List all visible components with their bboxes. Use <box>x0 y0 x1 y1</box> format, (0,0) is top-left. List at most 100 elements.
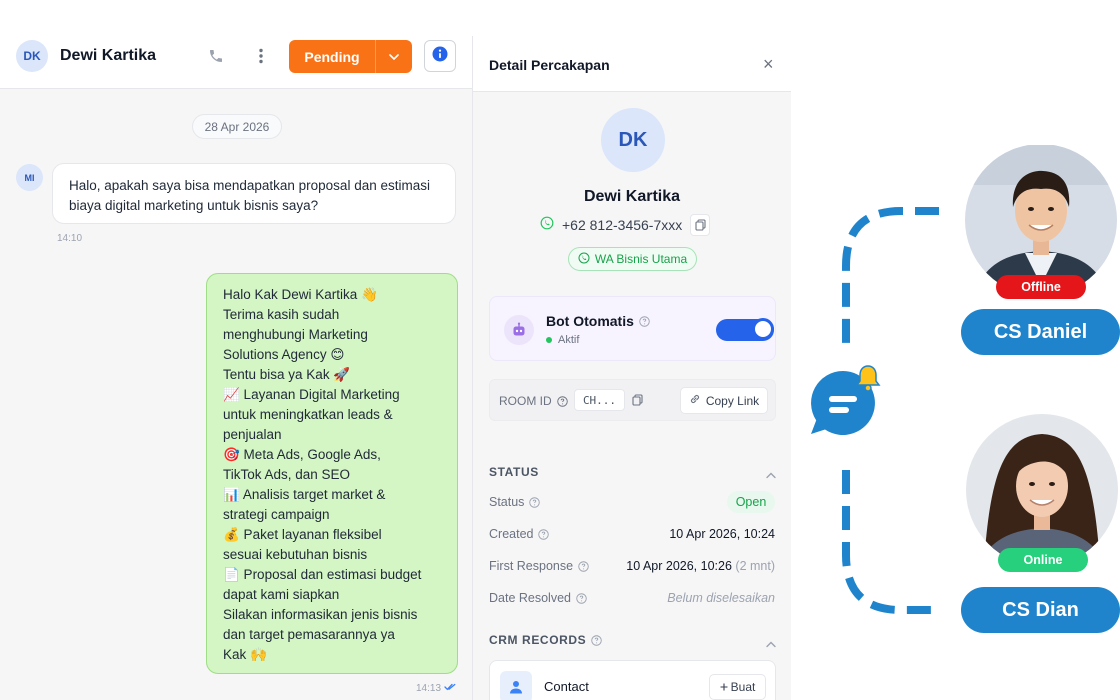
status-label: Status <box>489 495 525 509</box>
bot-title-row: Bot Otomatis <box>546 313 650 329</box>
first-response-duration: (2 mnt) <box>735 559 775 573</box>
help-icon[interactable] <box>529 496 541 508</box>
read-receipt-icon <box>444 683 456 694</box>
date-resolved-label-row: Date Resolved <box>489 591 587 605</box>
chevron-up-icon[interactable] <box>766 466 776 484</box>
help-icon[interactable] <box>591 634 603 646</box>
status-label-offline: Offline <box>1021 280 1061 294</box>
crm-section-title: CRM RECORDS <box>489 633 587 647</box>
message-line: 📊 Analisis target market & <box>223 487 386 502</box>
toggle-knob <box>752 318 774 340</box>
bot-card: Bot Otomatis Aktif <box>489 296 776 361</box>
robot-icon <box>504 315 534 345</box>
create-contact-button[interactable]: Buat <box>709 674 766 700</box>
channel-label: WA Bisnis Utama <box>594 252 688 266</box>
message-line: TikTok Ads, dan SEO <box>223 467 351 482</box>
info-icon <box>432 46 448 67</box>
room-id-label-row: ROOM ID <box>499 394 568 408</box>
chat-panel: DK Dewi Kartika Pending 28 Apr 2026 MI H… <box>0 0 472 700</box>
copy-icon[interactable] <box>632 393 643 411</box>
first-response-value-row: 10 Apr 2026, 10:26 (2 mnt) <box>626 559 775 573</box>
bell-icon <box>854 363 882 398</box>
bot-toggle[interactable] <box>716 318 774 341</box>
message-line: strategi campaign <box>223 507 330 522</box>
copy-link-button[interactable]: Copy Link <box>680 387 768 414</box>
active-dot <box>546 337 552 343</box>
message-line: Kak 🙌 <box>223 647 267 662</box>
outgoing-message: Halo Kak Dewi Kartika 👋 Terima kasih suda… <box>206 273 458 674</box>
whatsapp-icon <box>578 252 590 267</box>
cs-dian-label: CS Dian <box>961 587 1120 633</box>
message-line: menghubungi Marketing <box>223 327 368 342</box>
status-label-online: Online <box>1023 553 1063 567</box>
cs-daniel-name: CS Daniel <box>993 320 1088 343</box>
app-root: DK Dewi Kartika Pending 28 Apr 2026 MI H… <box>0 0 1120 700</box>
help-icon[interactable] <box>538 528 550 540</box>
status-label-row: Status <box>489 495 541 509</box>
detail-contact-name: Dewi Kartika <box>583 188 681 205</box>
help-icon[interactable] <box>639 315 650 327</box>
status-pill-offline: Offline <box>996 275 1086 299</box>
message-line: dapat kami siapkan <box>223 587 340 602</box>
contact-avatar-large: DK <box>601 108 665 172</box>
message-line: 🎯 Meta Ads, Google Ads, <box>223 447 381 462</box>
close-icon[interactable]: × <box>763 55 774 73</box>
bot-title: Bot Otomatis <box>546 313 634 329</box>
user-icon <box>500 671 532 700</box>
created-label-row: Created <box>489 527 550 541</box>
help-icon[interactable] <box>556 395 568 407</box>
phone-number: +62 812-3456-7xxx <box>562 217 683 233</box>
pending-button[interactable]: Pending <box>289 40 375 73</box>
room-id-label: ROOM ID <box>499 394 552 408</box>
bot-status-label: Aktif <box>558 334 580 346</box>
copy-link-label: Copy Link <box>705 393 760 408</box>
cs-dian-name: CS Dian <box>1002 598 1079 621</box>
help-icon[interactable] <box>578 560 589 572</box>
created-label: Created <box>489 527 534 541</box>
crm-section-title-row[interactable]: CRM RECORDS <box>489 633 603 647</box>
message-line: Solutions Agency 😊 <box>223 347 345 362</box>
status-dropdown: Pending <box>289 40 412 73</box>
date-resolved-value: Belum diselesaikan <box>667 591 775 605</box>
phone-icon[interactable] <box>204 44 228 68</box>
contact-avatar[interactable]: DK <box>16 40 48 72</box>
message-line: dan target pemasarannya ya <box>223 627 395 642</box>
date-separator: 28 Apr 2026 <box>192 114 282 139</box>
crm-contact-label: Contact <box>544 679 589 694</box>
detail-title: Detail Percakapan <box>489 57 610 73</box>
chevron-up-icon[interactable] <box>766 635 776 653</box>
message-line: Tentu bisa ya Kak 🚀 <box>223 367 351 382</box>
status-pill-online: Online <box>998 548 1088 572</box>
outgoing-time: 14:13 <box>416 683 442 694</box>
message-line: 💰 Paket layanan fleksibel <box>223 527 382 542</box>
help-icon[interactable] <box>576 592 587 604</box>
incoming-message: Halo, apakah saya bisa mendapatkan propo… <box>52 163 456 224</box>
first-response-value: 10 Apr 2026, 10:26 <box>626 559 732 573</box>
create-label: Buat <box>730 680 756 694</box>
bot-status: Aktif <box>546 334 579 346</box>
detail-header: Detail Percakapan × <box>473 36 791 92</box>
room-id-value[interactable]: CH... <box>574 389 625 411</box>
crm-contact-card: Contact Buat <box>489 660 776 700</box>
routing-illustration: Offline CS Daniel Online CS Dian <box>791 0 1120 700</box>
chat-header: DK Dewi Kartika Pending <box>0 0 472 89</box>
more-options-icon[interactable] <box>249 44 273 68</box>
whatsapp-icon <box>540 216 554 235</box>
conversation-detail-panel: Detail Percakapan × DK Dewi Kartika +62 … <box>472 36 791 700</box>
plus-icon <box>720 680 728 694</box>
cs-dian-avatar <box>964 414 1120 569</box>
message-line: untuk meningkatkan leads & <box>223 407 393 422</box>
chevron-down-icon[interactable] <box>375 40 412 73</box>
sender-avatar: MI <box>16 164 43 191</box>
phone-row: +62 812-3456-7xxx <box>540 213 711 237</box>
incoming-time: 14:10 <box>57 233 83 244</box>
copy-phone-button[interactable] <box>690 214 711 236</box>
status-section-title[interactable]: STATUS <box>489 465 539 479</box>
room-id-card: ROOM ID CH... Copy Link <box>489 379 776 421</box>
contact-name[interactable]: Dewi Kartika <box>60 47 156 65</box>
date-resolved-label: Date Resolved <box>489 591 571 605</box>
status-badge: Open <box>727 491 775 513</box>
info-button[interactable] <box>424 40 456 72</box>
channel-badge: WA Bisnis Utama <box>568 247 697 271</box>
message-line: 📈 Layanan Digital Marketing <box>223 387 400 402</box>
